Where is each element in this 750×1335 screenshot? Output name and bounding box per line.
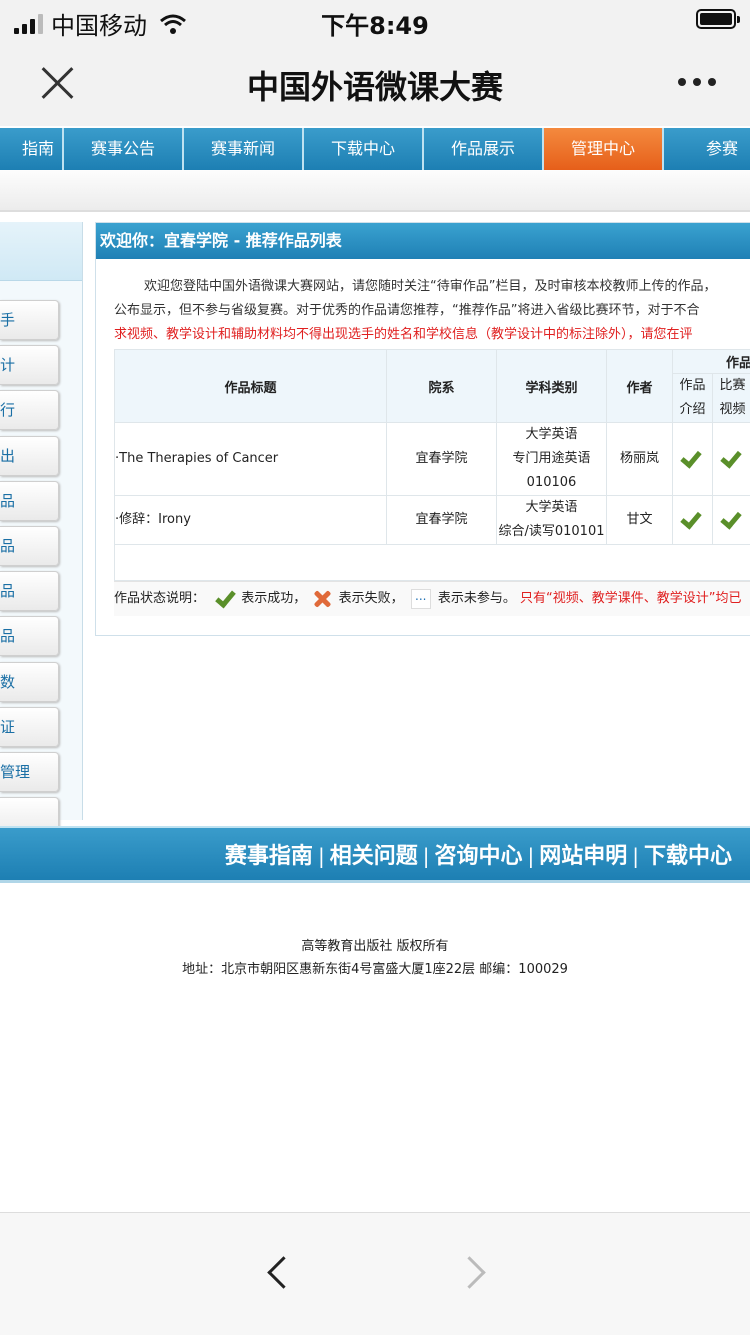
- cross-icon: [313, 590, 331, 608]
- clock: 下午8:49: [0, 6, 750, 41]
- footer-separator: |: [318, 844, 325, 868]
- col-header-title: 作品标题: [115, 350, 387, 423]
- cell-intro-status: [673, 423, 713, 496]
- cell-department: 宜春学院: [387, 423, 497, 496]
- check-icon: [722, 509, 744, 523]
- table-row-empty: [115, 545, 750, 581]
- sub-header: [0, 170, 750, 212]
- cell-subject: 大学英语综合/读写010101: [497, 496, 607, 545]
- col-header-subject: 学科类别: [497, 350, 607, 423]
- sidebar-item[interactable]: 数: [0, 662, 59, 702]
- sidebar-item[interactable]: 手: [0, 300, 59, 340]
- sidebar-item[interactable]: 品: [0, 571, 59, 611]
- legend-prefix: 作品状态说明：: [114, 591, 205, 606]
- title-bar: 中国外语微课大赛: [0, 40, 750, 126]
- sidebar-item[interactable]: 出: [0, 436, 59, 476]
- sidebar-item[interactable]: 品: [0, 526, 59, 566]
- col-header-works: 作品: [673, 350, 750, 374]
- nav-item-participate[interactable]: 参赛: [664, 128, 750, 170]
- nav-item-announcements[interactable]: 赛事公告: [64, 128, 184, 170]
- col-header-video: 比赛视频: [713, 374, 750, 423]
- ellipsis-icon: ...: [411, 589, 431, 609]
- status-legend: 作品状态说明： 表示成功， 表示失败， ... 表示未参与。 只有“视频、教学课…: [114, 581, 750, 616]
- check-icon: [682, 448, 704, 462]
- footer-nav: 赛事指南|相关问题|咨询中心|网站申明|下载中心: [0, 826, 750, 883]
- nav-item-guide[interactable]: 指南: [0, 128, 64, 170]
- footer-link-statement[interactable]: 网站申明: [539, 844, 627, 869]
- main-nav: 指南 赛事公告 赛事新闻 下载中心 作品展示 管理中心 参赛: [0, 128, 750, 170]
- works-table: 作品标题 院系 学科类别 作者 作品 作品介绍 比赛视频 ·The Therap…: [114, 349, 750, 581]
- cell-video-status: [713, 423, 750, 496]
- forward-arrow-icon[interactable]: [458, 1255, 488, 1295]
- sidebar-header: [0, 222, 82, 281]
- sidebar-item[interactable]: 行: [0, 390, 59, 430]
- footer-link-consult[interactable]: 咨询中心: [434, 844, 522, 869]
- legend-note: 只有“视频、教学课件、教学设计”均已: [520, 591, 741, 606]
- publisher-text: 高等教育出版社 版权所有: [0, 935, 750, 958]
- battery-icon: [696, 9, 736, 29]
- nav-item-works[interactable]: 作品展示: [424, 128, 544, 170]
- legend-success: 表示成功，: [241, 591, 306, 606]
- col-header-intro: 作品介绍: [673, 374, 713, 423]
- work-title-link[interactable]: ·修辞：Irony: [115, 496, 387, 545]
- col-header-author: 作者: [607, 350, 673, 423]
- browser-toolbar: [0, 1212, 750, 1335]
- notice-line: 公布显示，但不参与省级复赛。对于优秀的作品请您推荐，“推荐作品”将进入省级比赛环…: [114, 299, 750, 323]
- footer-link-faq[interactable]: 相关问题: [330, 844, 418, 869]
- sidebar-item[interactable]: 计: [0, 345, 59, 385]
- footer-links: 赛事指南|相关问题|咨询中心|网站申明|下载中心: [225, 838, 732, 870]
- col-header-department: 院系: [387, 350, 497, 423]
- notice-line: 欢迎您登陆中国外语微课大赛网站，请您随时关注“待审作品”栏目，及时审核本校教师上…: [114, 275, 750, 299]
- sidebar-item[interactable]: 品: [0, 481, 59, 521]
- sidebar-item[interactable]: 证: [0, 707, 59, 747]
- cell-subject: 大学英语专门用途英语010106: [497, 423, 607, 496]
- footer-separator: |: [527, 844, 534, 868]
- sidebar-item[interactable]: 品: [0, 616, 59, 656]
- check-icon: [682, 509, 704, 523]
- table-row: ·修辞：Irony 宜春学院 大学英语综合/读写010101 甘文: [115, 496, 750, 545]
- page-title: 中国外语微课大赛: [0, 62, 750, 108]
- more-icon[interactable]: [678, 78, 716, 86]
- sidebar-item[interactable]: 管理: [0, 752, 59, 792]
- panel-header: 欢迎你：宜春学院 - 推荐作品列表: [96, 223, 750, 259]
- table-row: ·The Therapies of Cancer 宜春学院 大学英语专门用途英语…: [115, 423, 750, 496]
- copyright: 高等教育出版社 版权所有 地址：北京市朝阳区惠新东街4号富盛大厦1座22层 邮编…: [0, 935, 750, 981]
- cell-department: 宜春学院: [387, 496, 497, 545]
- cell-video-status: [713, 496, 750, 545]
- footer-separator: |: [632, 844, 639, 868]
- footer-link-guide[interactable]: 赛事指南: [225, 844, 313, 869]
- footer-separator: |: [423, 844, 430, 868]
- cell-author: 杨丽岚: [607, 423, 673, 496]
- sidebar-menu: 手 计 行 出 品 品 品 品 数 证 管理: [0, 300, 59, 842]
- nav-item-downloads[interactable]: 下载中心: [304, 128, 424, 170]
- notice-text: 欢迎您登陆中国外语微课大赛网站，请您随时关注“待审作品”栏目，及时审核本校教师上…: [114, 275, 750, 347]
- nav-item-management[interactable]: 管理中心: [544, 128, 664, 170]
- check-icon: [722, 448, 744, 462]
- empty-cell: [115, 545, 750, 581]
- back-arrow-icon[interactable]: [262, 1255, 292, 1295]
- sidebar: 手 计 行 出 品 品 品 品 数 证 管理: [0, 222, 83, 820]
- check-icon: [212, 590, 234, 608]
- cell-intro-status: [673, 496, 713, 545]
- legend-na: 表示未参与。: [438, 591, 516, 606]
- work-title-link[interactable]: ·The Therapies of Cancer: [115, 423, 387, 496]
- recommended-works-panel: 欢迎你：宜春学院 - 推荐作品列表 欢迎您登陆中国外语微课大赛网站，请您随时关注…: [95, 222, 750, 636]
- status-bar: 中国移动 下午8:49: [0, 0, 750, 40]
- legend-fail: 表示失败，: [339, 591, 404, 606]
- footer-link-downloads[interactable]: 下载中心: [644, 844, 732, 869]
- address-text: 地址：北京市朝阳区惠新东街4号富盛大厦1座22层 邮编：100029: [0, 958, 750, 981]
- nav-item-news[interactable]: 赛事新闻: [184, 128, 304, 170]
- cell-author: 甘文: [607, 496, 673, 545]
- notice-warning: 求视频、教学设计和辅助材料均不得出现选手的姓名和学校信息（教学设计中的标注除外）…: [114, 323, 750, 347]
